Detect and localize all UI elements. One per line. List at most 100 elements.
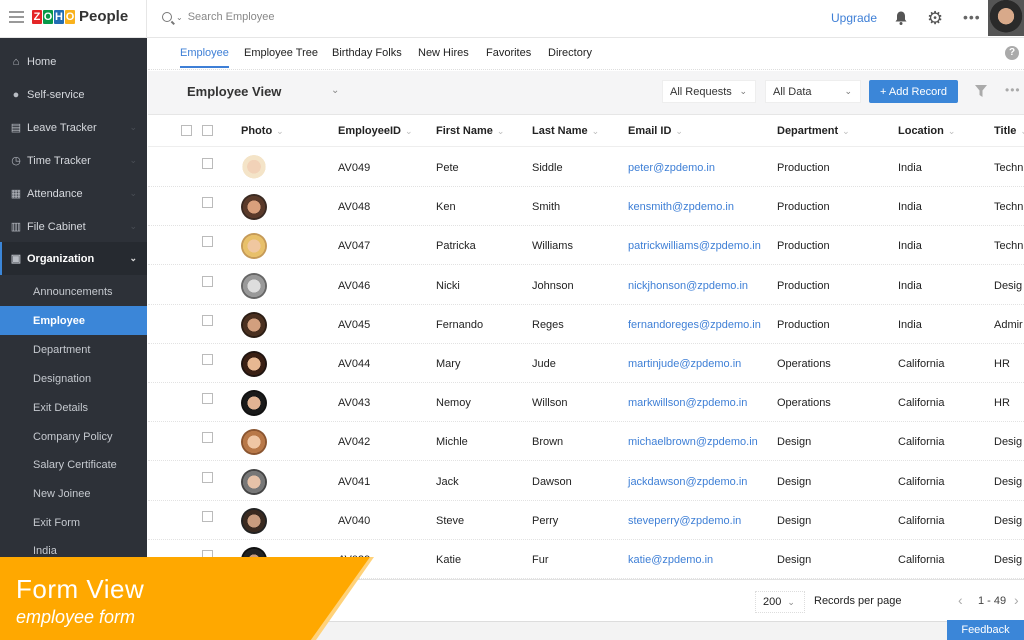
email-link[interactable]: nickjhonson@zpdemo.in <box>628 280 748 292</box>
sidebar-sub-company-policy[interactable]: Company Policy <box>0 422 147 451</box>
employee-photo[interactable] <box>241 272 267 299</box>
view-selector[interactable]: Employee View <box>187 84 281 99</box>
row-checkbox[interactable] <box>202 275 213 287</box>
employee-photo[interactable] <box>241 194 267 221</box>
column-header-employeeid[interactable]: EmployeeID ⌄ <box>338 125 413 137</box>
email-link[interactable]: fernandoreges@zpdemo.in <box>628 319 761 331</box>
column-header-email[interactable]: Email ID ⌄ <box>628 125 683 137</box>
sidebar-item-organization[interactable]: ▣ Organization ⌄ <box>0 242 147 275</box>
sidebar-item-file-cabinet[interactable]: ▥ File Cabinet ⌄ <box>0 210 147 243</box>
employee-photo[interactable] <box>241 155 267 181</box>
tab-employee[interactable]: Employee <box>180 47 229 68</box>
select-all-checkbox[interactable] <box>202 125 213 136</box>
row-checkbox[interactable] <box>202 354 213 365</box>
more-options-icon[interactable]: ••• <box>1005 83 1021 97</box>
tab-new-hires[interactable]: New Hires <box>418 47 469 66</box>
upgrade-link[interactable]: Upgrade <box>831 11 877 25</box>
gear-icon[interactable]: ⚙ <box>927 9 943 27</box>
sidebar-sub-new-joinee[interactable]: New Joinee <box>0 479 147 508</box>
bell-icon[interactable] <box>893 10 909 26</box>
department: Production <box>777 318 830 331</box>
more-icon[interactable]: ••• <box>963 9 981 25</box>
column-header-department[interactable]: Department ⌄ <box>777 125 850 137</box>
sidebar-item-time-tracker[interactable]: ◷ Time Tracker ⌄ <box>0 144 147 177</box>
tab-employee-tree[interactable]: Employee Tree <box>244 47 318 66</box>
table-row[interactable]: AV043 Nemoy Willson markwillson@zpdemo.in Op… <box>148 383 1024 423</box>
row-checkbox[interactable] <box>202 510 213 522</box>
row-checkbox[interactable] <box>202 432 213 444</box>
row-checkbox[interactable] <box>202 471 213 483</box>
user-avatar[interactable] <box>988 0 1024 36</box>
sidebar-item-leave-tracker[interactable]: ▤ Leave Tracker ⌄ <box>0 111 147 144</box>
email-link[interactable]: jackdawson@zpdemo.in <box>628 476 747 488</box>
table-row[interactable]: AV040 Steve Perry steveperry@zpdemo.in Desig… <box>148 500 1024 540</box>
feedback-button[interactable]: Feedback <box>947 620 1024 640</box>
column-header-last-name[interactable]: Last Name ⌄ <box>532 125 599 137</box>
sidebar-sub-salary-certificate[interactable]: Salary Certificate <box>0 450 147 479</box>
chevron-down-icon[interactable]: ⌄ <box>331 85 339 96</box>
sidebar-item-self-service[interactable]: ● Self-service <box>0 78 147 111</box>
requests-filter-dropdown[interactable]: All Requests ⌄ <box>662 80 756 103</box>
sidebar-sub-exit-form[interactable]: Exit Form <box>0 508 147 537</box>
column-header-location[interactable]: Location ⌄ <box>898 125 955 137</box>
column-header-first-name[interactable]: First Name ⌄ <box>436 125 504 137</box>
sidebar-item-home[interactable]: ⌂ Home <box>0 45 147 78</box>
tab-directory[interactable]: Directory <box>548 47 592 66</box>
records-per-page-dropdown[interactable]: 200 ⌄ <box>755 591 805 613</box>
column-header-title[interactable]: Title⌄ <box>994 125 1024 137</box>
email-link[interactable]: katie@zpdemo.in <box>628 554 713 566</box>
row-checkbox[interactable] <box>202 393 213 405</box>
row-checkbox[interactable] <box>202 236 213 248</box>
row-checkbox[interactable] <box>202 314 213 326</box>
email-link[interactable]: peter@zpdemo.in <box>628 162 715 174</box>
email-link[interactable]: markwillson@zpdemo.in <box>628 397 747 409</box>
tab-favorites[interactable]: Favorites <box>486 47 531 66</box>
data-filter-dropdown[interactable]: All Data ⌄ <box>765 80 861 103</box>
table-row[interactable]: AV042 Michle Brown michaelbrown@zpdemo.in De… <box>148 422 1024 462</box>
column-settings-icon[interactable] <box>181 125 192 136</box>
help-icon[interactable]: ? <box>1005 46 1019 60</box>
chevron-down-icon[interactable]: ⌄ <box>176 13 183 22</box>
last-name: Jude <box>532 358 556 370</box>
department: Production <box>777 240 830 253</box>
sidebar-sub-designation[interactable]: Designation <box>0 364 147 393</box>
sidebar-sub-exit-details[interactable]: Exit Details <box>0 393 147 422</box>
employee-photo[interactable] <box>241 468 267 495</box>
filter-icon[interactable] <box>975 85 987 97</box>
previous-page-icon[interactable]: ‹ <box>958 592 963 608</box>
next-page-icon[interactable]: › <box>1014 592 1019 608</box>
employee-photo[interactable] <box>241 390 267 417</box>
row-checkbox[interactable] <box>202 197 213 209</box>
sidebar-sub-department[interactable]: Department <box>0 335 147 364</box>
column-header-photo[interactable]: Photo ⌄ <box>241 125 284 137</box>
table-row[interactable]: AV047 Patricka Williams patrickwilliams@zpd… <box>148 226 1024 266</box>
employee-photo[interactable] <box>241 429 267 456</box>
employee-photo[interactable] <box>241 233 267 260</box>
email-link[interactable]: kensmith@zpdemo.in <box>628 201 734 213</box>
title: Desig <box>994 436 1023 449</box>
row-checkbox[interactable] <box>202 158 213 169</box>
zoho-people-logo[interactable]: Z O H O People <box>32 8 128 25</box>
menu-icon[interactable] <box>9 11 24 24</box>
employee-photo[interactable] <box>241 311 267 338</box>
email-link[interactable]: martinjude@zpdemo.in <box>628 358 741 370</box>
tab-birthday-folks[interactable]: Birthday Folks <box>332 47 402 66</box>
sidebar-item-attendance[interactable]: ▦ Attendance ⌄ <box>0 177 147 210</box>
add-record-button[interactable]: + Add Record <box>869 80 958 103</box>
email-link[interactable]: patrickwilliams@zpdemo.in <box>628 240 761 252</box>
table-row[interactable]: AV041 Jack Dawson jackdawson@zpdemo.in Desig… <box>148 461 1024 501</box>
table-row[interactable]: AV046 Nicki Johnson nickjhonson@zpdemo.in Pr… <box>148 265 1024 305</box>
email-link[interactable]: michaelbrown@zpdemo.in <box>628 436 758 448</box>
email-link[interactable]: steveperry@zpdemo.in <box>628 515 741 527</box>
table-row[interactable]: AV044 Mary Jude martinjude@zpdemo.in Operati… <box>148 344 1024 383</box>
employee-photo[interactable] <box>241 507 267 534</box>
table-row[interactable]: AV045 Fernando Reges fernandoreges@zpdemo.i… <box>148 304 1024 344</box>
department: Production <box>777 201 830 214</box>
sidebar-sub-employee[interactable]: Employee <box>0 306 147 335</box>
home-icon: ⌂ <box>12 55 20 68</box>
sidebar-sub-announcements[interactable]: Announcements <box>0 277 147 306</box>
search-input[interactable]: ⌄ Search Employee <box>162 11 275 23</box>
employee-photo[interactable] <box>241 351 267 377</box>
table-row[interactable]: AV048 Ken Smith kensmith@zpdemo.in Productio… <box>148 187 1024 227</box>
table-row[interactable]: AV049 Pete Siddle peter@zpdemo.in Production… <box>148 148 1024 187</box>
